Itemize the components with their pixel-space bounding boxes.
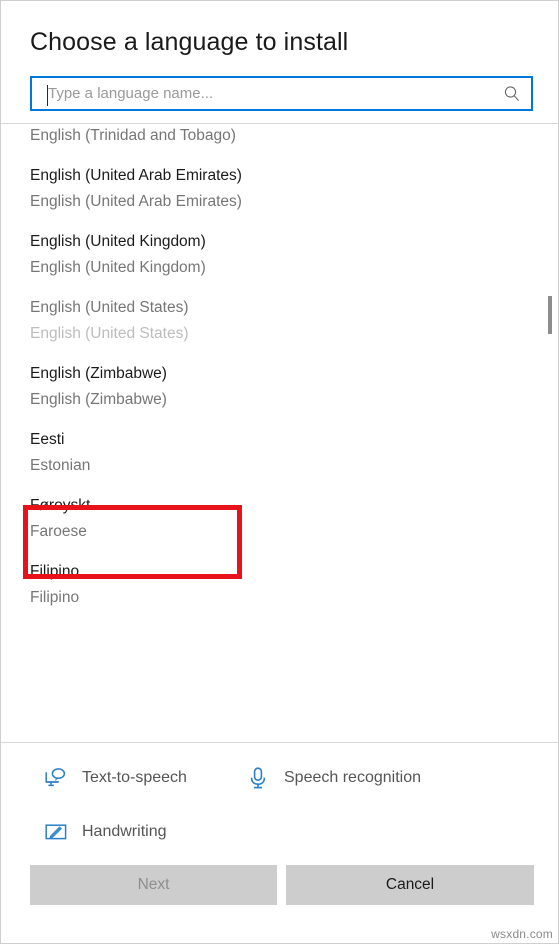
search-icon[interactable] — [503, 85, 521, 103]
feature-row-bottom: Handwriting — [1, 795, 558, 849]
scrollbar-thumb[interactable] — [548, 296, 552, 334]
language-list-inner: English (Trinidad and Tobago) English (T… — [1, 124, 558, 625]
list-item[interactable]: Eesti Estonian — [1, 427, 558, 479]
language-native-name: Eesti — [30, 431, 65, 448]
dialog-header: Choose a language to install — [1, 1, 558, 57]
microphone-icon — [250, 767, 266, 789]
text-caret — [47, 85, 48, 106]
list-item[interactable]: Filipino Filipino — [1, 559, 558, 611]
next-button[interactable]: Next — [30, 865, 277, 905]
language-english-name: Filipino — [30, 589, 80, 606]
feature-label: Handwriting — [82, 823, 167, 840]
language-native-name: Føroyskt — [30, 497, 91, 514]
language-native-name: English (United States) — [30, 299, 189, 316]
list-item[interactable]: English (Trinidad and Tobago) English (T… — [1, 124, 558, 149]
text-to-speech-icon — [45, 768, 66, 787]
search-placeholder: Type a language name... — [48, 85, 214, 102]
language-english-name: English (Trinidad and Tobago) — [30, 127, 236, 144]
choose-language-dialog: Choose a language to install Type a lang… — [0, 0, 559, 944]
list-item-english-united-states: English (United States) English (United … — [1, 295, 558, 347]
handwriting-icon — [45, 824, 67, 840]
feature-speech-recognition: Speech recognition — [246, 761, 421, 795]
language-english-name: English (United States) — [30, 325, 189, 342]
watermark: wsxdn.com — [491, 927, 553, 941]
vertical-scrollbar[interactable] — [545, 124, 555, 742]
language-list[interactable]: English (Trinidad and Tobago) English (T… — [1, 123, 558, 743]
list-item[interactable]: Føroyskt Faroese — [1, 493, 558, 545]
list-item[interactable]: English (United Arab Emirates) English (… — [1, 163, 558, 215]
feature-label: Speech recognition — [284, 769, 421, 786]
feature-row-top: Text-to-speech Speech recognition — [1, 761, 558, 795]
language-english-name: Faroese — [30, 523, 87, 540]
language-native-name: Filipino — [30, 563, 80, 580]
language-native-name: English (Zimbabwe) — [30, 365, 167, 382]
search-input[interactable]: Type a language name... — [30, 76, 533, 111]
list-item[interactable]: English (United Kingdom) English (United… — [1, 229, 558, 281]
language-english-name: Estonian — [30, 457, 91, 474]
language-features: Text-to-speech Speech recognition Handwr… — [1, 743, 558, 855]
page-title: Choose a language to install — [30, 28, 349, 56]
feature-text-to-speech: Text-to-speech — [1, 761, 246, 795]
feature-handwriting: Handwriting — [1, 815, 166, 849]
language-native-name: English (United Arab Emirates) — [30, 167, 242, 184]
language-english-name: English (Zimbabwe) — [30, 391, 167, 408]
feature-label: Text-to-speech — [82, 769, 187, 786]
dialog-footer: Next Cancel — [1, 855, 558, 943]
list-item[interactable]: English (Zimbabwe) English (Zimbabwe) — [1, 361, 558, 413]
search-area: Type a language name... — [1, 57, 558, 111]
language-native-name: English (United Kingdom) — [30, 233, 206, 250]
cancel-button[interactable]: Cancel — [286, 865, 534, 905]
language-english-name: English (United Kingdom) — [30, 259, 206, 276]
language-english-name: English (United Arab Emirates) — [30, 193, 242, 210]
